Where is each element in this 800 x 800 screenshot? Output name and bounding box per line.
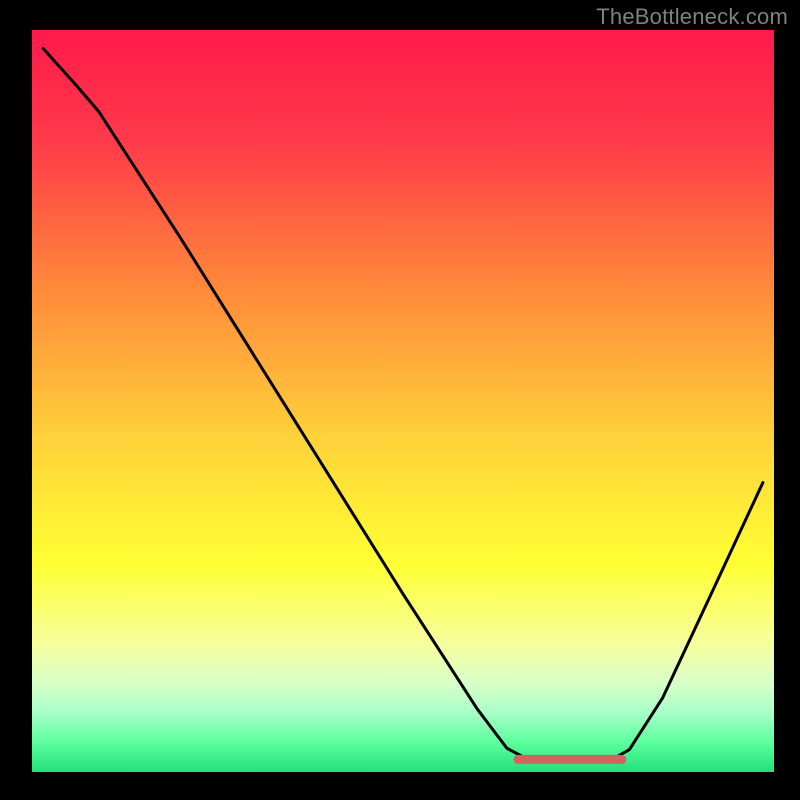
watermark-text: TheBottleneck.com [596,4,788,30]
chart-stage: TheBottleneck.com [0,0,800,800]
plot-area [32,30,774,772]
bottleneck-curve [32,30,774,772]
